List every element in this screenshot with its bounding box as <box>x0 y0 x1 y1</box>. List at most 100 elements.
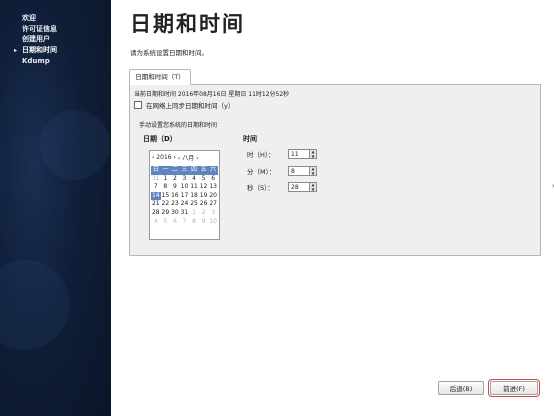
calendar-day[interactable]: 1 <box>189 209 199 218</box>
calendar-week-row: 21 22 23 24 25 26 27 <box>151 200 218 209</box>
sidebar-item: ▸ 日期和时间 <box>14 45 57 57</box>
tab-date-time[interactable]: 日期和时间（T） <box>129 69 191 85</box>
calendar-day[interactable]: 1 <box>161 175 171 184</box>
main-content: 日期和时间 请为系统设置日期和时间。 日期和时间（T） 当前日期和时间 2016… <box>111 0 554 416</box>
calendar-day[interactable]: 19 <box>199 192 209 201</box>
calendar-day[interactable]: 20 <box>208 192 218 201</box>
calendar-day[interactable]: 7 <box>151 183 161 192</box>
calendar-day[interactable]: 26 <box>199 200 209 209</box>
calendar-day[interactable]: 21 <box>151 200 161 209</box>
sidebar-item-label: 许可证信息 <box>22 24 57 33</box>
date-time-panel: 当前日期和时间 2016年08月16日 星期日 11时12分52秒 在网络上同步… <box>129 84 541 256</box>
calendar-day[interactable]: 31 <box>180 209 190 218</box>
calendar-day[interactable]: 10 <box>180 183 190 192</box>
current-step-marker-icon: ▸ <box>14 46 18 54</box>
time-section-label: 时间 <box>243 135 257 143</box>
weekday-label: 一 <box>162 166 169 173</box>
weekday-label: 二 <box>171 166 178 173</box>
calendar-day[interactable]: 2 <box>199 209 209 218</box>
date-section-label: 日期（D） <box>143 135 177 143</box>
calendar-day[interactable]: 25 <box>189 200 199 209</box>
calendar-day[interactable]: 8 <box>161 183 171 192</box>
calendar-week-row: 14 15 16 17 18 19 20 <box>151 191 218 201</box>
next-button[interactable]: 前进(F) <box>488 379 540 397</box>
hour-row: 时（H）： 11 ▲ ▼ <box>247 149 317 159</box>
calendar-weekday-header: 日一二三四五六 <box>151 166 218 175</box>
ntp-sync-checkbox[interactable] <box>134 101 142 109</box>
calendar-day[interactable]: 13 <box>208 183 218 192</box>
calendar-day[interactable]: 16 <box>170 192 180 201</box>
weekday-label: 六 <box>210 166 217 173</box>
second-spinbox[interactable]: 28 <box>288 182 310 192</box>
hour-spin-arrows-icon[interactable]: ▲ ▼ <box>310 149 317 159</box>
sidebar-orb-decoration <box>0 260 70 350</box>
sidebar-item-label: Kdump <box>22 57 50 65</box>
minute-row: 分（M）： 8 ▲ ▼ <box>247 166 317 176</box>
calendar-day[interactable]: 6 <box>208 175 218 184</box>
calendar: ‹ 2016 › ‹ 八月 › 日一二三四五六 31 1 2 3 4 5 6 7 8 9 10 11 12… <box>149 150 220 240</box>
sidebar-item-label: 创建用户 <box>22 35 50 43</box>
ntp-sync-label: 在网络上同步日期和时间（y） <box>146 102 235 110</box>
calendar-day[interactable]: 31 <box>151 175 161 184</box>
minute-spin-arrows-icon[interactable]: ▲ ▼ <box>310 166 317 176</box>
calendar-day-selected[interactable]: 14 <box>151 191 161 201</box>
calendar-week-row: 31 1 2 3 4 5 6 <box>151 175 218 184</box>
calendar-day[interactable]: 10 <box>208 218 218 227</box>
calendar-day[interactable]: 12 <box>199 183 209 192</box>
calendar-day[interactable]: 28 <box>151 209 161 218</box>
calendar-day[interactable]: 3 <box>180 175 190 184</box>
second-row: 秒（S）： 28 ▲ ▼ <box>247 182 317 192</box>
back-button[interactable]: 后退(B) <box>438 381 484 395</box>
sidebar-item-label: 日期和时间 <box>22 45 57 54</box>
calendar-day[interactable]: 24 <box>180 200 190 209</box>
calendar-day[interactable]: 18 <box>189 192 199 201</box>
second-spin-arrows-icon[interactable]: ▲ ▼ <box>310 182 317 192</box>
calendar-day[interactable]: 5 <box>199 175 209 184</box>
sidebar-orb-decoration <box>40 110 110 180</box>
calendar-week-row: 4 5 6 7 8 9 10 <box>151 218 218 227</box>
month-selector[interactable]: ‹ 八月 › <box>178 153 199 162</box>
calendar-header: ‹ 2016 › ‹ 八月 › <box>150 151 219 163</box>
sidebar: 欢迎许可证信息创建用户 ▸ 日期和时间 Kdump <box>0 0 111 416</box>
page-title: 日期和时间 <box>130 12 245 36</box>
sidebar-item: Kdump <box>14 56 57 67</box>
calendar-day[interactable]: 30 <box>170 209 180 218</box>
calendar-day[interactable]: 23 <box>170 200 180 209</box>
current-datetime: 当前日期和时间 2016年08月16日 星期日 11时12分52秒 <box>134 91 290 98</box>
sidebar-item: 创建用户 <box>14 34 57 45</box>
sidebar-nav: 欢迎许可证信息创建用户 ▸ 日期和时间 Kdump <box>14 13 57 67</box>
weekday-label: 四 <box>191 166 198 173</box>
sidebar-item-label: 欢迎 <box>22 14 36 22</box>
calendar-grid: 日一二三四五六 31 1 2 3 4 5 6 7 8 9 10 11 12 13 14 15 16 17 18 19 20… <box>151 166 218 226</box>
calendar-day[interactable]: 8 <box>189 218 199 227</box>
calendar-day[interactable]: 2 <box>170 175 180 184</box>
minute-spinbox[interactable]: 8 <box>288 166 310 176</box>
calendar-day[interactable]: 6 <box>170 218 180 227</box>
sidebar-item: 许可证信息 <box>14 24 57 35</box>
minute-label: 分（M）： <box>247 168 276 176</box>
calendar-day[interactable]: 7 <box>180 218 190 227</box>
calendar-day[interactable]: 27 <box>208 200 218 209</box>
calendar-day[interactable]: 22 <box>161 200 171 209</box>
calendar-day[interactable]: 4 <box>189 175 199 184</box>
calendar-day[interactable]: 9 <box>170 183 180 192</box>
calendar-day[interactable]: 3 <box>208 209 218 218</box>
year-selector[interactable]: ‹ 2016 › <box>152 154 176 161</box>
calendar-day[interactable]: 4 <box>151 218 161 227</box>
calendar-day[interactable]: 15 <box>161 192 171 201</box>
weekday-label: 三 <box>181 166 188 173</box>
calendar-day[interactable]: 17 <box>180 192 190 201</box>
manual-set-label: 手动设置您系统的日期和时间 <box>139 122 218 129</box>
hour-label: 时（H）： <box>247 151 275 159</box>
calendar-day[interactable]: 9 <box>199 218 209 227</box>
page-subtitle: 请为系统设置日期和时间。 <box>130 49 208 57</box>
calendar-week-row: 28 29 30 31 1 2 3 <box>151 209 218 218</box>
calendar-day[interactable]: 5 <box>161 218 171 227</box>
sidebar-item: 欢迎 <box>14 13 57 24</box>
hour-spinbox[interactable]: 11 <box>288 149 310 159</box>
ntp-sync-row[interactable]: 在网络上同步日期和时间（y） <box>134 100 234 110</box>
second-label: 秒（S）： <box>247 184 274 192</box>
calendar-day[interactable]: 11 <box>189 183 199 192</box>
calendar-week-row: 7 8 9 10 11 12 13 <box>151 183 218 192</box>
calendar-day[interactable]: 29 <box>161 209 171 218</box>
